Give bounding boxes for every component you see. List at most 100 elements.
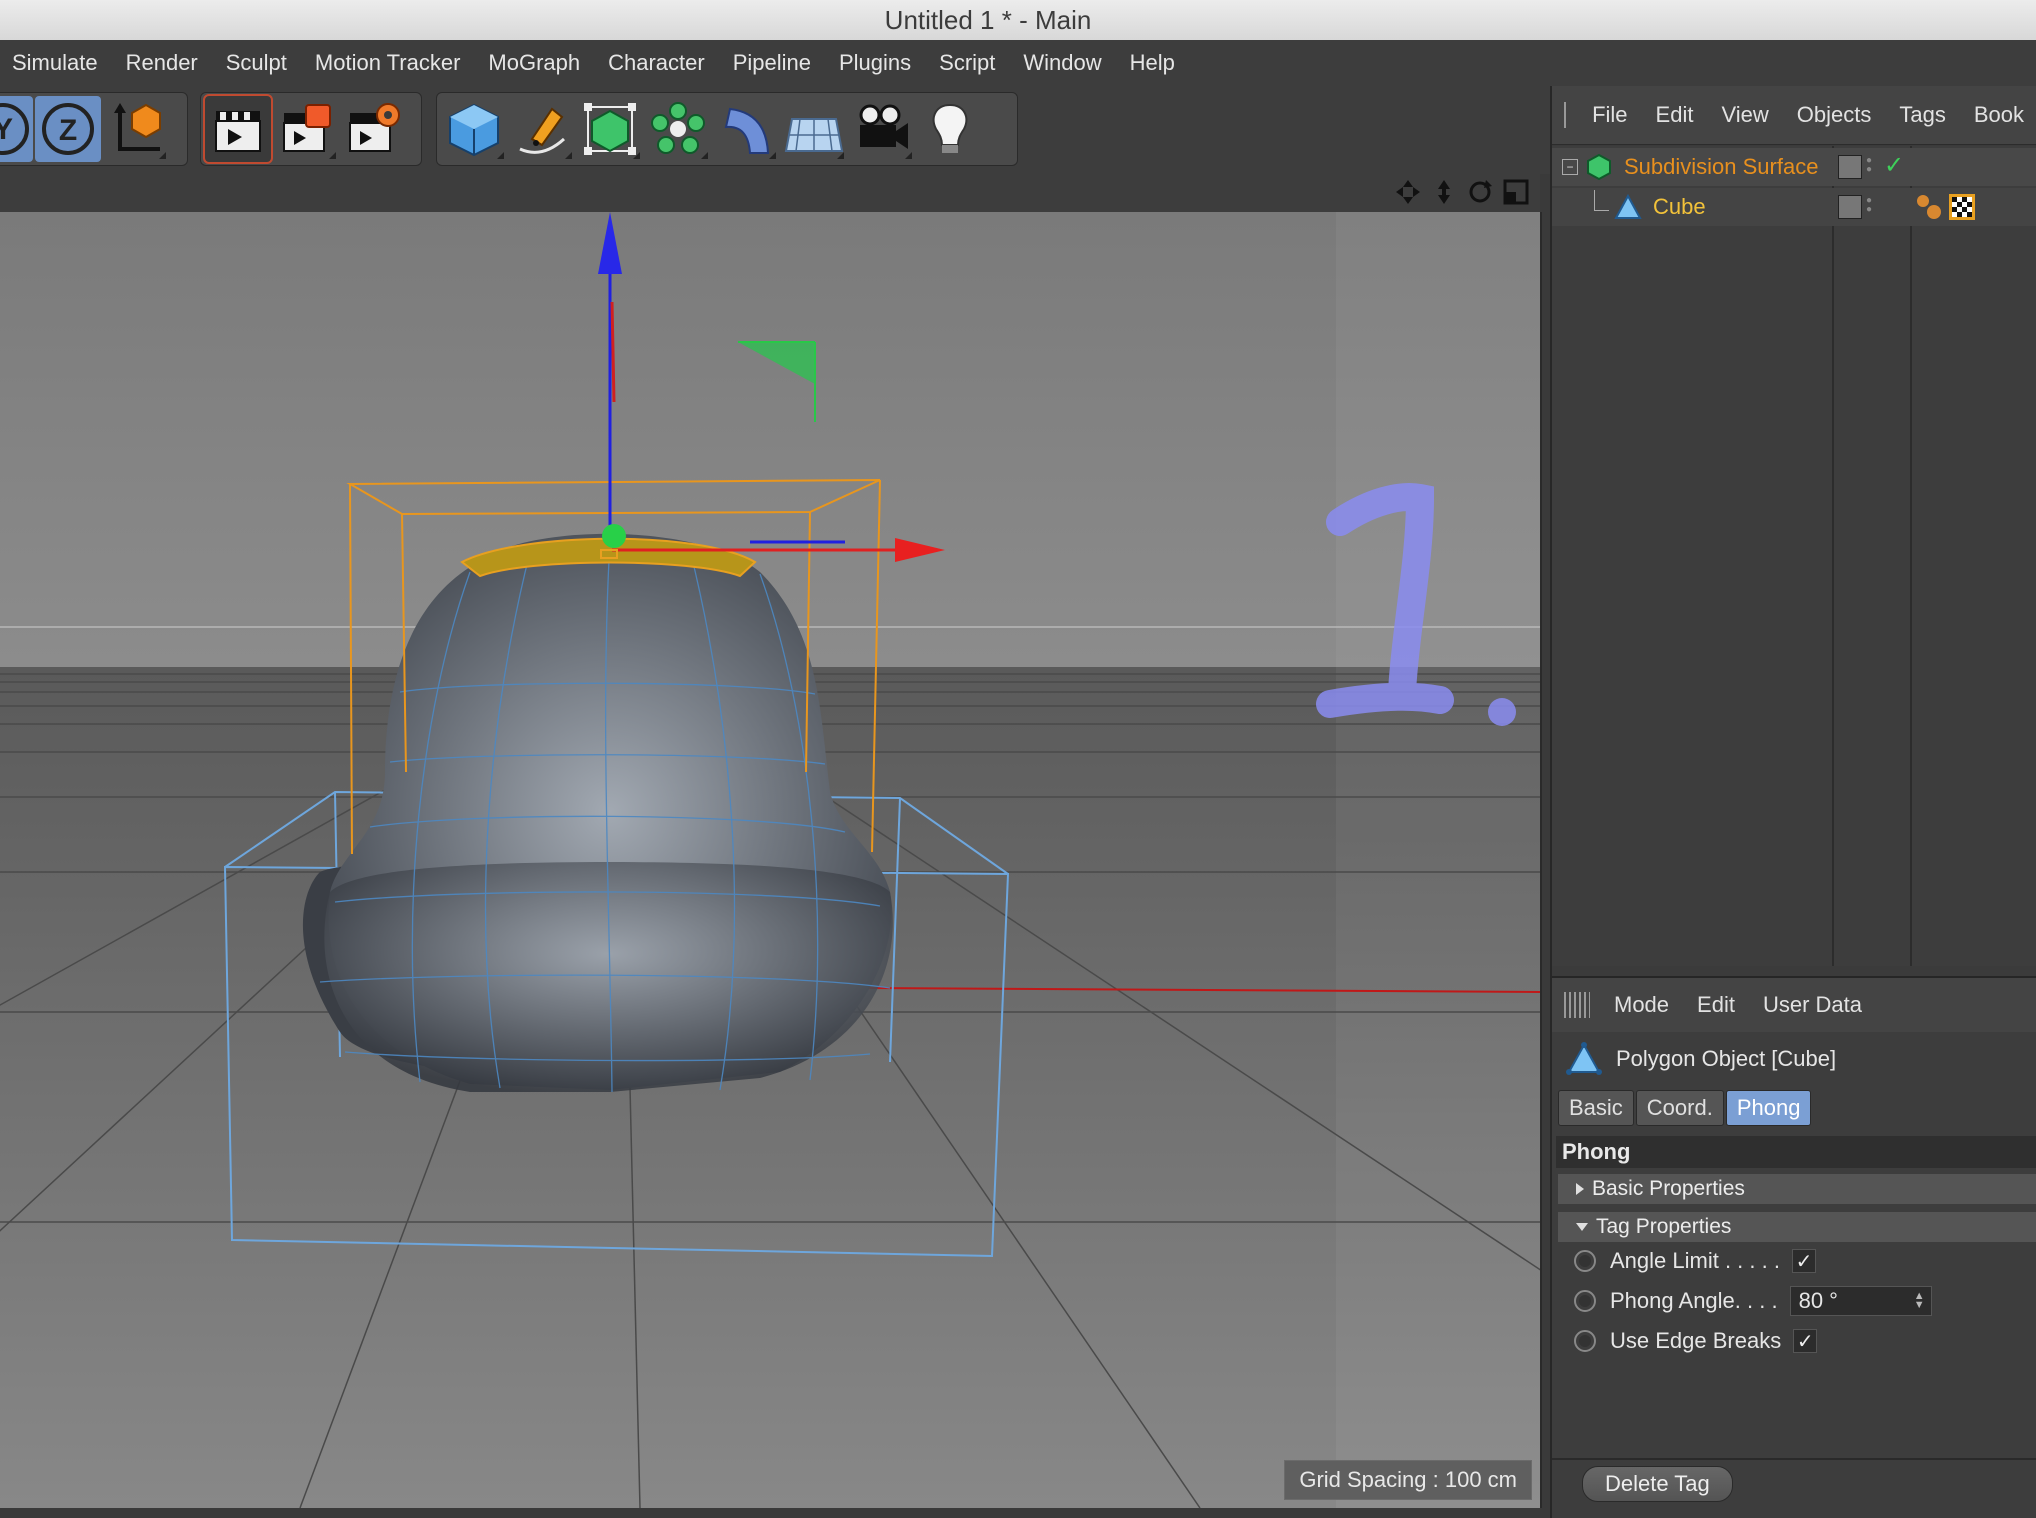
editor-visibility-toggle-icon[interactable] [1838,195,1862,219]
toggle-view-icon[interactable] [1502,178,1530,206]
property-label: Phong Angle. . . . [1610,1288,1778,1313]
render-viewer-icon [283,104,331,152]
move-view-icon[interactable] [1394,178,1422,206]
texture-tag-icon[interactable] [1948,193,1976,221]
property-label: Use Edge Breaks [1610,1328,1782,1353]
am-menu-edit[interactable]: Edit [1683,992,1749,1018]
viewport-navigation [1394,178,1530,206]
om-menu-edit[interactable]: Edit [1642,102,1708,128]
coordinate-system-button[interactable] [103,96,169,162]
pen-spline-button[interactable] [509,96,575,162]
axis-y-button[interactable]: Y [0,96,33,162]
om-menu-objects[interactable]: Objects [1783,102,1886,128]
polygon-object-icon [1614,193,1642,219]
render-settings-button[interactable] [341,96,407,162]
phong-angle-value[interactable]: 80 ° [1799,1288,1838,1314]
render-settings-icon [349,103,400,152]
divider [1552,1458,2036,1460]
property-label: Angle Limit . . . . . [1610,1248,1780,1273]
animate-keyframe-radio[interactable] [1574,1250,1596,1272]
svg-text:Z: Z [59,114,77,147]
clapboard-icon [215,111,261,152]
render-tool-group [200,92,422,166]
use-edge-breaks-checkbox[interactable]: ✓ [1793,1329,1818,1353]
render-view-button[interactable] [203,94,273,164]
subdivision-surface-button[interactable] [577,96,643,162]
grip-icon[interactable] [1564,992,1590,1018]
om-menu-file[interactable]: File [1578,102,1641,128]
object-list[interactable]: − Subdivision Surface ● ● ✓ Cube ● ● [1552,146,2036,966]
visibility-dots-icon[interactable]: ● ● [1866,196,1872,215]
om-menu-view[interactable]: View [1707,102,1782,128]
cloner-icon [651,102,705,154]
attribute-tabs: Basic Coord. Phong [1558,1090,1812,1126]
object-name-subdivision-surface[interactable]: Subdivision Surface [1624,154,1818,180]
group-tag-properties[interactable]: Tag Properties [1558,1212,2036,1242]
tab-coord[interactable]: Coord. [1635,1090,1724,1126]
array-generator-button[interactable] [645,96,711,162]
menu-simulate[interactable]: Simulate [0,50,112,76]
visibility-dots-icon[interactable]: ● ● [1866,156,1872,175]
zoom-view-icon[interactable] [1430,178,1458,206]
property-angle-limit: Angle Limit . . . . . ✓ [1574,1244,1816,1278]
enabled-check-icon[interactable]: ✓ [1884,151,1904,180]
attribute-manager-menubar: Mode Edit User Data [1552,976,2036,1032]
property-use-edge-breaks: Use Edge Breaks ✓ [1574,1324,1818,1358]
menu-render[interactable]: Render [112,50,212,76]
object-name-cube[interactable]: Cube [1653,194,1706,220]
axis-tool-group: Y Z [0,92,188,166]
animate-keyframe-radio[interactable] [1574,1330,1596,1352]
axis-z-button[interactable]: Z [35,96,101,162]
object-tool-group [436,92,1018,166]
collapse-toggle-icon[interactable]: − [1562,159,1578,175]
angle-limit-checkbox[interactable]: ✓ [1791,1249,1816,1273]
animate-keyframe-radio[interactable] [1574,1290,1596,1312]
window-title: Untitled 1 * - Main [884,4,1092,35]
am-menu-mode[interactable]: Mode [1600,992,1683,1018]
stepper-arrows-icon[interactable]: ▲ ▼ [1914,1291,1931,1311]
floor-object-button[interactable] [781,96,847,162]
deformer-button[interactable] [713,96,779,162]
camera-object-button[interactable] [849,96,915,162]
light-bulb-icon [932,103,968,153]
attribute-object-title: Polygon Object [Cube] [1566,1042,1836,1076]
tab-phong[interactable]: Phong [1725,1090,1812,1126]
property-phong-angle: Phong Angle. . . . 80 ° ▲ ▼ [1574,1284,1932,1318]
am-menu-user-data[interactable]: User Data [1749,992,1876,1018]
menu-plugins[interactable]: Plugins [825,50,925,76]
collapse-arrow-icon[interactable] [1576,1223,1588,1231]
main-toolbar: Y Z [0,86,1550,174]
pen-icon [519,107,566,154]
object-row-subdivision-surface[interactable]: − Subdivision Surface ● ● ✓ [1552,148,2036,186]
menu-character[interactable]: Character [594,50,719,76]
om-menu-tags[interactable]: Tags [1885,102,1959,128]
menu-mograph[interactable]: MoGraph [474,50,594,76]
delete-tag-button[interactable]: Delete Tag [1582,1466,1733,1502]
tab-basic[interactable]: Basic [1558,1090,1634,1126]
grip-icon[interactable] [1564,102,1569,128]
editor-visibility-toggle-icon[interactable] [1838,155,1862,179]
polygon-object-icon [1566,1042,1602,1075]
axis-z-icon: Z [42,103,94,155]
light-object-button[interactable] [917,96,983,162]
menu-sculpt[interactable]: Sculpt [212,50,301,76]
om-menu-bookmarks[interactable]: Book [1960,102,2036,128]
menu-script[interactable]: Script [925,50,1009,76]
object-row-cube[interactable]: Cube ● ● [1552,188,2036,226]
phong-tag-icon[interactable] [1914,192,1944,222]
rotate-view-icon[interactable] [1466,178,1494,206]
perspective-viewport[interactable]: Grid Spacing : 100 cm [0,212,1542,1508]
render-picture-viewer-button[interactable] [273,96,339,162]
cube-object-button[interactable] [441,96,507,162]
handwritten-annotation-one [1316,483,1516,726]
group-basic-properties[interactable]: Basic Properties [1558,1174,2036,1204]
menu-help[interactable]: Help [1116,50,1189,76]
object-manager-menubar: File Edit View Objects Tags Book [1552,86,2036,145]
menu-pipeline[interactable]: Pipeline [719,50,825,76]
phong-angle-field[interactable]: 80 ° ▲ ▼ [1789,1286,1932,1316]
expand-arrow-icon[interactable] [1576,1183,1584,1195]
menu-motion-tracker[interactable]: Motion Tracker [301,50,475,76]
right-panel: File Edit View Objects Tags Book − Subdi… [1550,86,2036,1518]
menu-window[interactable]: Window [1009,50,1115,76]
window-title-bar: Untitled 1 * - Main [0,0,2036,41]
